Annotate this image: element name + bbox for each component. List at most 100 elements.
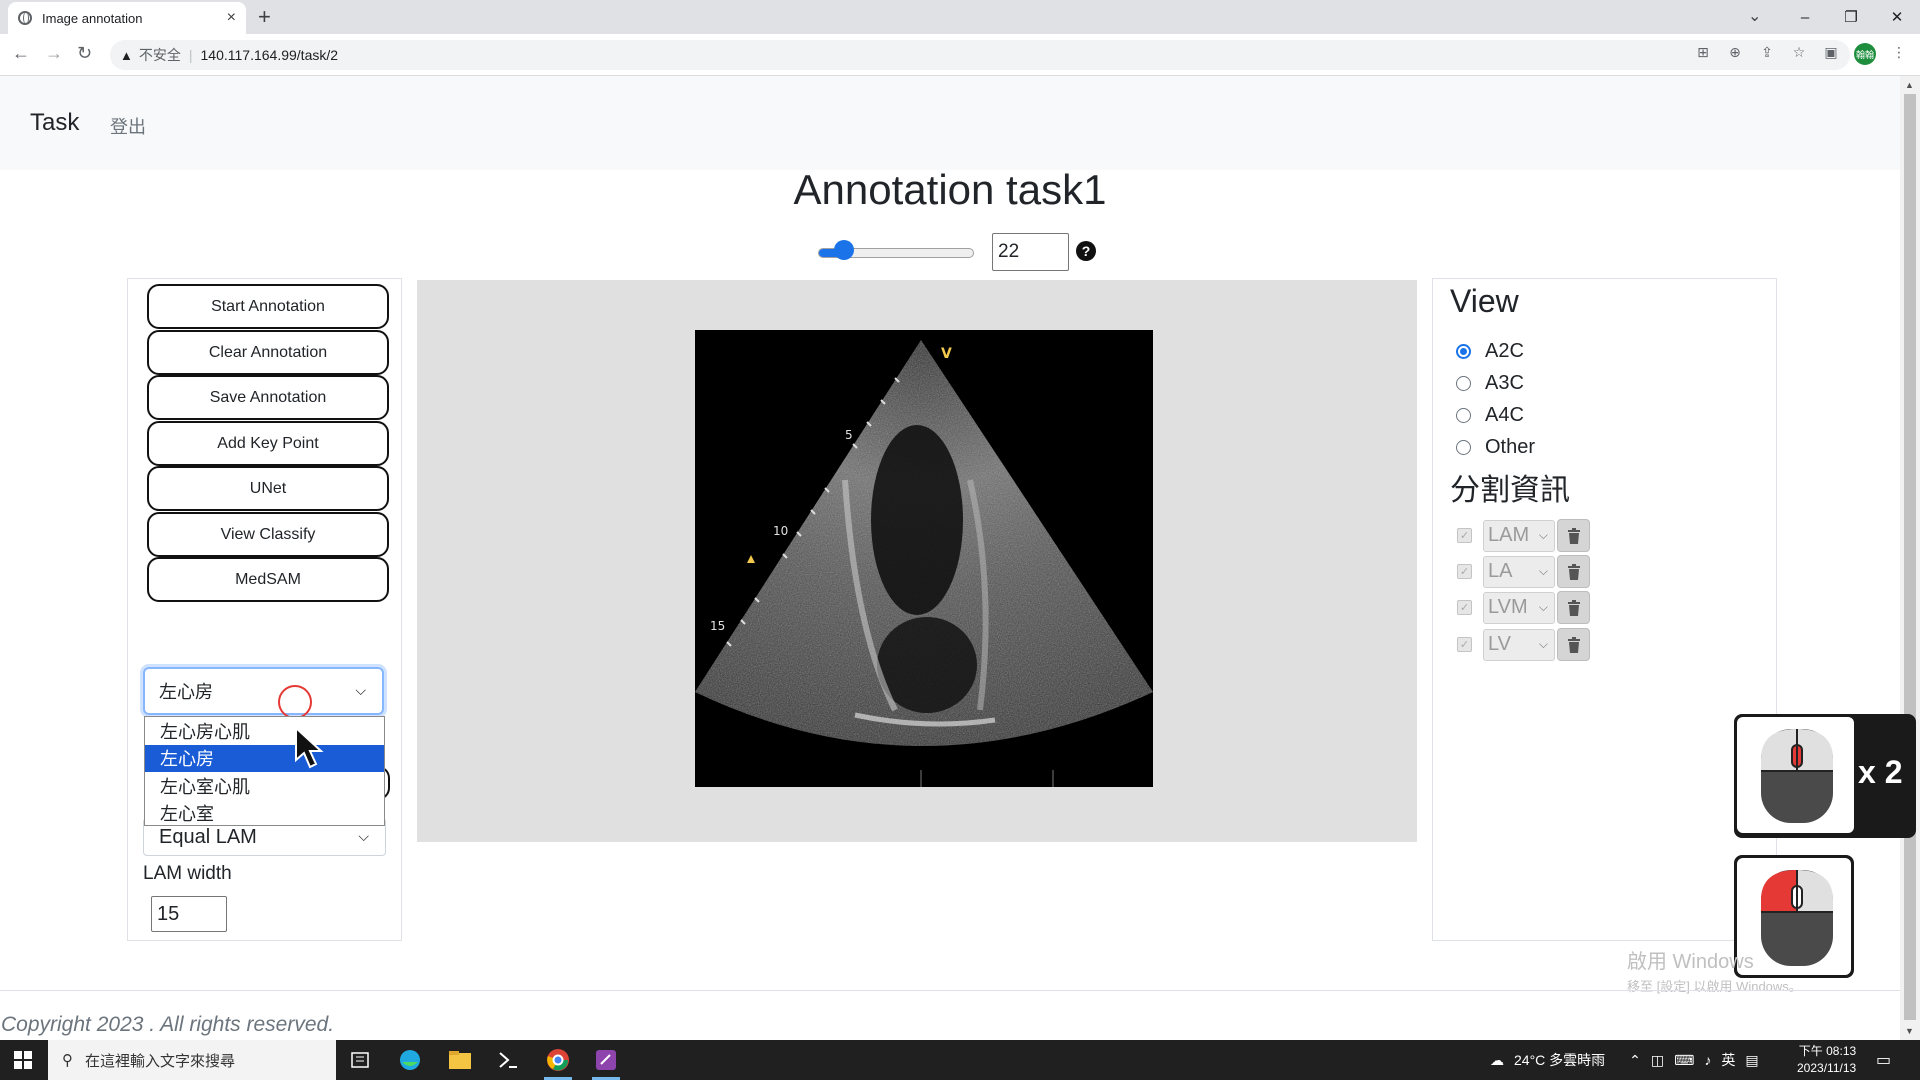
label-class-select[interactable]: 左心房 ⌵ bbox=[143, 667, 384, 715]
add-key-point-button[interactable]: Add Key Point bbox=[147, 421, 389, 466]
clear-annotation-button[interactable]: Clear Annotation bbox=[147, 330, 389, 375]
lam-width-input[interactable]: 15 bbox=[151, 896, 227, 932]
url-text[interactable]: 140.117.164.99/task/2 bbox=[201, 47, 339, 63]
dropdown-option[interactable]: 左心室 bbox=[145, 800, 384, 828]
back-arrow-icon[interactable]: ← bbox=[12, 43, 30, 64]
segment-label: LVM bbox=[1488, 596, 1528, 618]
terminal-icon[interactable] bbox=[488, 1045, 528, 1075]
omnibox[interactable]: ▲ 不安全 | 140.117.164.99/task/2 bbox=[110, 40, 1850, 70]
navbar-brand[interactable]: Task bbox=[30, 109, 79, 137]
focus-marker-icon bbox=[747, 555, 755, 563]
view-option-a4c[interactable]: A4C bbox=[1456, 404, 1524, 427]
segment-checkbox[interactable]: ✓ bbox=[1457, 600, 1472, 615]
segment-label-select[interactable]: LAM ⌵ bbox=[1483, 519, 1555, 552]
minimize-button[interactable]: – bbox=[1782, 0, 1828, 34]
browser-tab-strip: Image annotation × + ⌄ – ❐ ✕ bbox=[0, 0, 1920, 34]
edge-browser-icon[interactable] bbox=[390, 1045, 430, 1075]
scroll-down-arrow-icon[interactable]: ▼ bbox=[1905, 1026, 1914, 1036]
task-view-icon[interactable] bbox=[340, 1045, 380, 1075]
chrome-browser-icon[interactable] bbox=[538, 1045, 578, 1080]
tray-expand-icon[interactable]: ⌃ bbox=[1629, 1052, 1641, 1069]
keyboard-layout-icon[interactable]: ▤ bbox=[1745, 1052, 1758, 1069]
taskbar-search-box[interactable]: ⚲ 在這裡輸入文字來搜尋 bbox=[48, 1040, 336, 1080]
volume-icon[interactable]: ♪ bbox=[1704, 1052, 1711, 1068]
new-tab-button[interactable]: + bbox=[258, 4, 271, 30]
view-option-a3c[interactable]: A3C bbox=[1456, 372, 1524, 395]
view-classify-button[interactable]: View Classify bbox=[147, 512, 389, 557]
start-annotation-button[interactable]: Start Annotation bbox=[147, 284, 389, 329]
trash-icon[interactable] bbox=[1557, 591, 1590, 624]
frame-number-input[interactable]: 22 bbox=[992, 233, 1069, 271]
taskbar-clock[interactable]: 下午 08:13 2023/11/13 bbox=[1797, 1043, 1856, 1077]
forward-arrow-icon[interactable]: → bbox=[45, 43, 63, 64]
unet-button[interactable]: UNet bbox=[147, 466, 389, 511]
site-navbar: Task 登出 bbox=[0, 76, 1900, 170]
weather-text[interactable]: 24°C 多雲時雨 bbox=[1514, 1050, 1605, 1070]
segment-checkbox[interactable]: ✓ bbox=[1457, 564, 1472, 579]
meet-now-icon[interactable]: ◫ bbox=[1651, 1052, 1664, 1069]
view-option-label: Other bbox=[1485, 436, 1536, 458]
side-panel-icon[interactable]: ▣ bbox=[1822, 43, 1840, 61]
reload-icon[interactable]: ↻ bbox=[77, 43, 92, 64]
lam-mode-select-value: Equal LAM bbox=[159, 825, 257, 848]
zoom-icon[interactable]: ⊕ bbox=[1726, 43, 1744, 61]
help-icon[interactable]: ? bbox=[1076, 241, 1096, 261]
scrollbar-thumb[interactable] bbox=[1904, 94, 1916, 1020]
tab-search-chevron-icon[interactable]: ⌄ bbox=[1748, 6, 1761, 26]
segment-label-select[interactable]: LVM ⌵ bbox=[1483, 591, 1555, 624]
view-option-a2c[interactable]: A2C bbox=[1456, 340, 1524, 363]
echo-ultrasound-graphic: 5 10 15 V bbox=[695, 340, 1153, 787]
restore-button[interactable]: ❐ bbox=[1828, 0, 1874, 34]
radio-button[interactable] bbox=[1456, 376, 1471, 391]
close-window-button[interactable]: ✕ bbox=[1874, 0, 1920, 34]
translate-icon[interactable]: ⊞ bbox=[1694, 43, 1712, 61]
segment-checkbox[interactable]: ✓ bbox=[1457, 637, 1472, 652]
dropdown-option[interactable]: 左心房 bbox=[145, 744, 384, 772]
segment-row: ✓ LV ⌵ bbox=[1457, 628, 1590, 661]
segment-label-select[interactable]: LV ⌵ bbox=[1483, 628, 1555, 661]
frame-slider-thumb[interactable] bbox=[834, 240, 854, 260]
address-bar: ← → ↻ ▲ 不安全 | 140.117.164.99/task/2 ⊞ ⊕ … bbox=[0, 34, 1920, 76]
file-explorer-icon[interactable] bbox=[440, 1045, 480, 1075]
radio-button[interactable] bbox=[1456, 440, 1471, 455]
radio-button[interactable] bbox=[1456, 344, 1471, 359]
browser-menu-icon[interactable]: ⋮ bbox=[1890, 43, 1908, 61]
depth-mark-label: 10 bbox=[773, 524, 788, 538]
dropdown-option[interactable]: 左心房心肌 bbox=[145, 717, 384, 745]
windows-start-icon[interactable] bbox=[14, 1051, 32, 1069]
browser-tab[interactable]: Image annotation × bbox=[8, 2, 246, 34]
ime-indicator[interactable]: 英 bbox=[1721, 1050, 1735, 1070]
page-scrollbar[interactable]: ▲ ▼ bbox=[1900, 76, 1920, 1040]
security-label[interactable]: 不安全 bbox=[139, 45, 181, 65]
profile-avatar[interactable]: 翰翰 bbox=[1854, 43, 1876, 65]
view-option-other[interactable]: Other bbox=[1456, 436, 1535, 459]
copyright-text: Copyright 2023 . All rights reserved. bbox=[1, 1013, 335, 1036]
save-annotation-button[interactable]: Save Annotation bbox=[147, 375, 389, 420]
visual-studio-icon[interactable] bbox=[586, 1045, 626, 1080]
weather-icon[interactable]: ☁ bbox=[1490, 1052, 1504, 1069]
trash-icon[interactable] bbox=[1557, 555, 1590, 588]
logout-link[interactable]: 登出 bbox=[110, 113, 146, 139]
segment-label-select[interactable]: LA ⌵ bbox=[1483, 555, 1555, 588]
bookmark-star-icon[interactable]: ☆ bbox=[1790, 43, 1808, 61]
segment-row: ✓ LAM ⌵ bbox=[1457, 519, 1590, 552]
segmentation-title: 分割資訊 bbox=[1450, 474, 1570, 507]
network-icon[interactable]: ⌨ bbox=[1674, 1052, 1694, 1069]
segment-checkbox[interactable]: ✓ bbox=[1457, 528, 1472, 543]
notification-icon[interactable]: ▭ bbox=[1876, 1050, 1891, 1070]
scroll-up-arrow-icon[interactable]: ▲ bbox=[1905, 80, 1914, 90]
dropdown-option[interactable]: 左心室心肌 bbox=[145, 772, 384, 800]
trash-icon[interactable] bbox=[1557, 519, 1590, 552]
label-class-dropdown[interactable]: 左心房心肌 左心房 左心室心肌 左心室 bbox=[144, 716, 385, 826]
activation-line1: 啟用 Windows bbox=[1627, 951, 1754, 973]
radio-button[interactable] bbox=[1456, 408, 1471, 423]
chevron-down-icon: ⌵ bbox=[355, 682, 366, 698]
share-icon[interactable]: ⇪ bbox=[1758, 43, 1776, 61]
medsam-button[interactable]: MedSAM bbox=[147, 557, 389, 602]
tab-close-button[interactable]: × bbox=[227, 9, 236, 27]
clock-date: 2023/11/13 bbox=[1797, 1061, 1857, 1075]
click-indicator-circle bbox=[278, 685, 312, 719]
trash-icon[interactable] bbox=[1557, 628, 1590, 661]
echocardiogram-image[interactable]: 5 10 15 V bbox=[695, 330, 1153, 787]
warning-icon[interactable]: ▲ bbox=[120, 48, 133, 63]
